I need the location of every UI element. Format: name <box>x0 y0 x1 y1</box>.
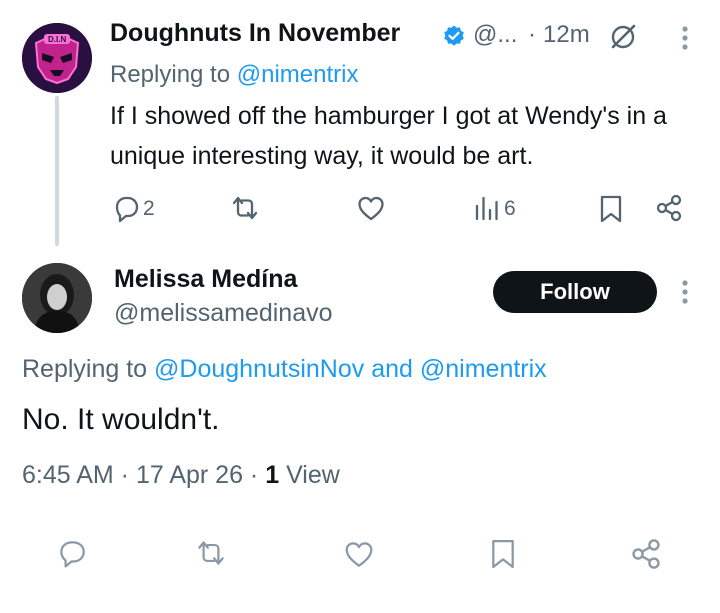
reply-button-2[interactable] <box>56 537 88 569</box>
tweet-text-2: No. It wouldn't. <box>22 403 220 436</box>
reply-button[interactable] <box>110 193 140 223</box>
views-count-2: 1 <box>265 461 280 489</box>
bookmark-icon <box>600 195 622 223</box>
like-button[interactable] <box>356 193 386 223</box>
replying-to-2: Replying to @DoughnutsinNov and @nimentr… <box>22 355 547 384</box>
tweet-text: If I showed off the hamburger I got at W… <box>110 102 667 170</box>
bookmark-icon <box>492 539 514 569</box>
retweet-button-2[interactable] <box>193 537 229 569</box>
tweet-timestamp[interactable]: 6:45 AM · 17 Apr 26 · <box>22 461 258 489</box>
views-icon <box>475 196 498 221</box>
avatar-photo <box>22 263 92 333</box>
retweet-button[interactable] <box>228 193 262 223</box>
replying-label-2: Replying to <box>22 355 148 383</box>
avatar-doughnuts[interactable]: D.I.N <box>22 23 92 93</box>
meta-separator: · <box>528 21 536 48</box>
bookmark-button-2[interactable] <box>489 537 517 571</box>
display-name[interactable]: Doughnuts In November <box>110 19 400 48</box>
replying-and: and <box>371 355 413 383</box>
follow-button[interactable]: Follow <box>493 271 657 313</box>
views-button[interactable] <box>474 194 500 222</box>
like-icon <box>358 196 384 221</box>
tweet-timestamp-row: 6:45 AM · 17 Apr 26 · 1 View <box>22 461 340 490</box>
replying-handle-link-2[interactable]: @nimentrix <box>420 355 547 383</box>
share-icon <box>656 194 682 222</box>
share-button-2[interactable] <box>629 537 663 571</box>
like-button-2[interactable] <box>343 538 375 570</box>
reply-icon <box>115 196 139 223</box>
replying-to: Replying to @nimentrix <box>110 61 358 89</box>
handle-2[interactable]: @melissamedinavo <box>114 299 333 328</box>
more-icon[interactable] <box>680 24 690 52</box>
bookmark-button[interactable] <box>598 194 624 224</box>
avatar-melissa[interactable] <box>22 263 92 333</box>
time-ago[interactable]: 12m <box>543 21 590 49</box>
replying-handle-link[interactable]: @nimentrix <box>237 61 359 88</box>
retweet-icon <box>232 196 258 220</box>
grok-icon[interactable] <box>608 22 638 52</box>
views-label: View <box>286 461 340 489</box>
verified-badge-icon <box>442 24 466 48</box>
thread-line <box>55 96 59 246</box>
handle-truncated[interactable]: @... <box>473 21 517 49</box>
reply-icon <box>60 541 85 568</box>
avatar-mask-image <box>22 23 92 93</box>
display-name-2[interactable]: Melissa Medína <box>114 265 297 294</box>
retweet-icon <box>198 541 224 565</box>
like-icon <box>345 542 373 567</box>
reply-count: 2 <box>143 197 155 220</box>
views-count: 6 <box>504 197 516 220</box>
replying-handle-link-1[interactable]: @DoughnutsinNov <box>154 355 364 383</box>
avatar-text: D.I.N <box>48 35 67 44</box>
share-button[interactable] <box>654 193 684 223</box>
more-icon-2[interactable] <box>680 278 690 306</box>
share-icon <box>632 539 660 569</box>
replying-label: Replying to <box>110 61 231 88</box>
